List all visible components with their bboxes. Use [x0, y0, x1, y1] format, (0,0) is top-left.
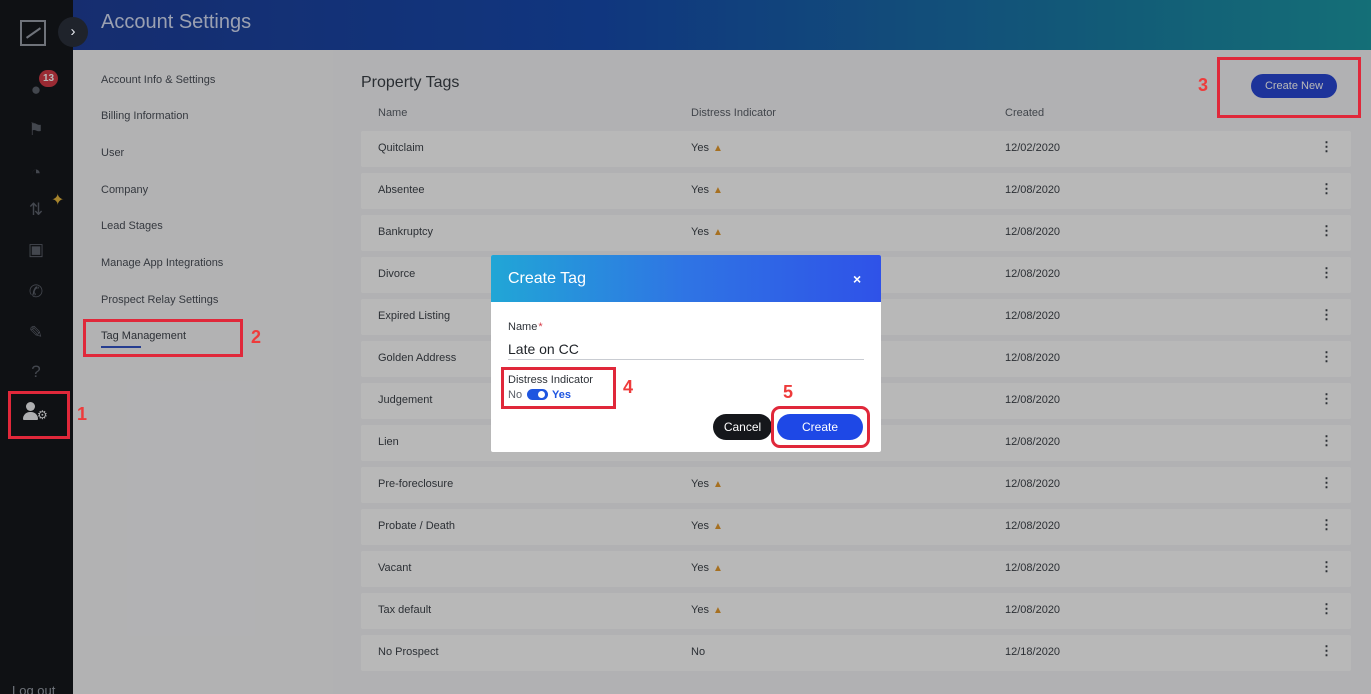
name-field-label: Name*: [508, 321, 543, 333]
dialog-title: Create Tag: [508, 270, 586, 287]
annotation-number-2: 2: [251, 327, 262, 347]
annotation-box-2: [83, 319, 243, 357]
annotation-number-4: 4: [623, 377, 634, 397]
annotation-number-1: 1: [77, 404, 88, 424]
annotation-box-4: [501, 367, 616, 409]
expand-sidebar-button[interactable]: ›: [58, 17, 88, 47]
required-marker: *: [538, 321, 543, 333]
annotation-box-3: [1217, 57, 1361, 118]
close-icon[interactable]: ×: [853, 272, 861, 286]
annotation-number-5: 5: [783, 382, 794, 402]
cancel-button[interactable]: Cancel: [713, 414, 772, 440]
annotation-box-1: [8, 391, 70, 439]
annotation-box-5: [771, 406, 870, 448]
tag-name-input[interactable]: [508, 338, 864, 360]
annotation-number-3: 3: [1198, 75, 1209, 95]
dialog-header: Create Tag ×: [491, 255, 881, 302]
